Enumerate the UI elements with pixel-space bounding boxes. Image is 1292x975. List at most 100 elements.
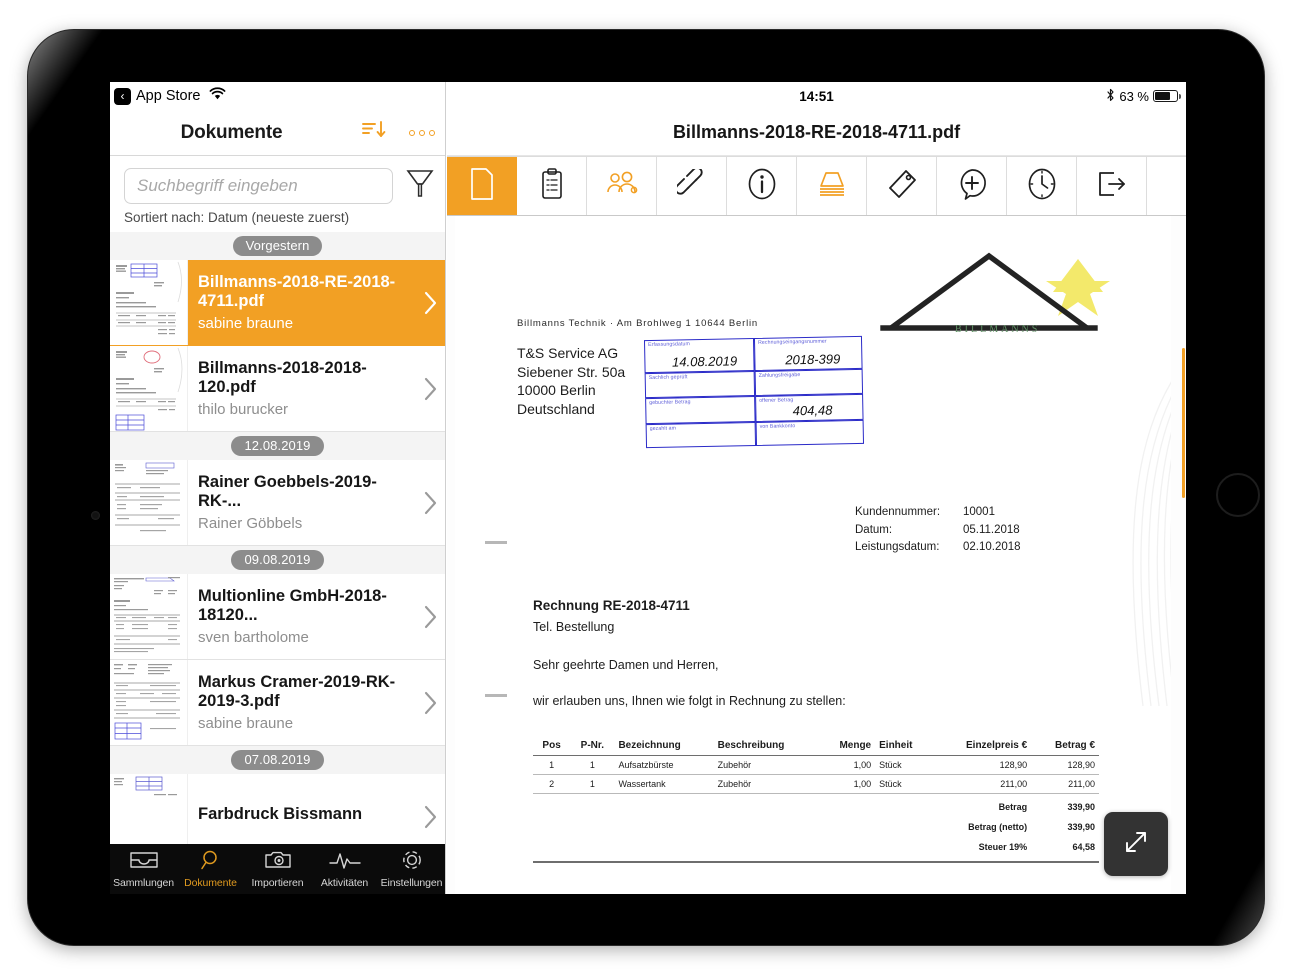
tab-label: Aktivitäten	[320, 877, 369, 889]
document-title: Billmanns-2018-2018-120.pdf	[198, 359, 367, 396]
stamp-field-label: offener Betrag	[759, 397, 794, 404]
document-title: Billmanns-2018-RE-2018-4711.pdf	[198, 273, 396, 310]
pdf-page: BILLMANNS Billmanns Technik · Am Brohlwe…	[455, 216, 1171, 894]
stamp-field-label: Rechnungseingangsnummer	[758, 338, 827, 346]
toolbar-stack-button[interactable]	[797, 157, 867, 215]
side-sensor	[91, 511, 100, 520]
invoice-number-title: Rechnung RE-2018-4711	[533, 598, 690, 613]
list-item[interactable]: Markus Cramer-2019-RK-2019-3.pdf sabine …	[110, 660, 445, 746]
chevron-right-icon[interactable]	[415, 346, 445, 431]
document-author: thilo burucker	[198, 400, 289, 418]
total-row: Betrag 339,90	[533, 794, 1099, 818]
tab-dokumente[interactable]: Dokumente	[177, 849, 244, 889]
stamp-cell: Sachlich geprüft	[644, 370, 756, 399]
cell-bezeichnung: Aufsatzbürste	[614, 755, 714, 775]
toolbar-history-button[interactable]	[1007, 157, 1077, 215]
scroll-indicator[interactable]	[1182, 348, 1185, 498]
toolbar-export-button[interactable]	[1077, 157, 1147, 215]
search-input[interactable]	[124, 167, 393, 204]
sort-descending-icon[interactable]	[361, 119, 387, 146]
document-thumbnail	[110, 774, 188, 844]
stamp-cell: gezahlt am	[645, 421, 757, 449]
chevron-right-icon[interactable]	[415, 260, 445, 345]
info-circle-icon	[746, 167, 778, 206]
cell-einzelpreis: 211,00	[933, 774, 1032, 794]
column-header: Einzelpreis €	[933, 738, 1032, 756]
date-separator: 12.08.2019	[110, 432, 445, 460]
more-options-icon[interactable]	[409, 129, 435, 136]
watermark-swoosh	[1132, 381, 1171, 706]
customer-value: 05.11.2018	[963, 523, 1020, 536]
list-item[interactable]: Billmanns-2018-2018-120.pdf thilo buruck…	[110, 346, 445, 432]
customer-row: Leistungsdatum: 02.10.2018	[855, 539, 1021, 557]
tab-sammlungen[interactable]: Sammlungen	[110, 849, 177, 889]
search-row	[110, 156, 445, 207]
toolbar-info-button[interactable]	[727, 157, 797, 215]
home-button[interactable]	[1216, 473, 1260, 517]
customer-value: 02.10.2018	[963, 541, 1021, 554]
stamp-field-label: Erfassungsdatum	[648, 341, 691, 349]
chevron-right-icon[interactable]	[415, 460, 445, 545]
total-label: Betrag	[998, 802, 1028, 812]
invoice-items-table: Pos P-Nr. Bezeichnung Beschreibung Menge…	[533, 738, 1099, 857]
cell-beschreibung: Zubehör	[713, 774, 820, 794]
list-item[interactable]: Farbdruck Bissmann	[110, 774, 445, 844]
cell-pnr: 1	[570, 774, 615, 794]
chevron-right-icon[interactable]	[415, 574, 445, 659]
tab-aktivitaeten[interactable]: Aktivitäten	[311, 849, 378, 889]
export-arrow-icon	[1096, 169, 1128, 204]
chevron-right-icon[interactable]	[415, 774, 445, 844]
cell-pos: 1	[533, 755, 571, 775]
logo-wordmark: BILLMANNS	[955, 324, 1041, 335]
tab-einstellungen[interactable]: Einstellungen	[378, 849, 445, 889]
document-list[interactable]: Vorgestern Billmanns-2018-RE-2018-4711.p…	[110, 232, 445, 844]
document-title-bar: Billmanns-2018-RE-2018-4711.pdf	[447, 110, 1186, 156]
battery-percent-label: 63 %	[1119, 88, 1149, 104]
clock-history-icon	[1026, 167, 1058, 206]
column-header: Betrag €	[1031, 738, 1099, 756]
column-header: Beschreibung	[713, 738, 820, 756]
tablet-frame: ‹ App Store Dokumente Suchbegriff eingeb…	[28, 30, 1264, 945]
document-filename: Billmanns-2018-RE-2018-4711.pdf	[672, 122, 961, 142]
expand-diagonal-icon	[1119, 825, 1153, 864]
document-author: sven bartholome	[198, 628, 309, 646]
toolbar-comment-button[interactable]	[937, 157, 1007, 215]
expand-fullscreen-button[interactable]	[1104, 812, 1168, 876]
total-value: 339,90	[1067, 802, 1095, 812]
filter-funnel-icon[interactable]	[405, 166, 435, 205]
customer-key: Kundennummer:	[855, 506, 941, 518]
list-item[interactable]: Rainer Goebbels-2019-RK-... Rainer Göbbe…	[110, 460, 445, 546]
chevron-left-icon[interactable]: ‹	[114, 87, 131, 105]
date-pill-label: 07.08.2019	[231, 750, 324, 770]
toolbar-form-button[interactable]	[517, 157, 587, 215]
document-author: Rainer Göbbels	[198, 514, 303, 532]
back-to-app-store-label[interactable]: App Store	[136, 88, 201, 104]
list-item[interactable]: Multionline GmbH-2018-18120... sven bart…	[110, 574, 445, 660]
column-header: Menge	[819, 738, 876, 756]
toolbar-document-button[interactable]	[447, 157, 517, 215]
document-author: sabine braune	[198, 714, 294, 732]
cell-betrag: 128,90	[1031, 755, 1099, 775]
toolbar-link-button[interactable]	[657, 157, 727, 215]
recipient-address: T&S Service AG Siebener Str. 50a 10000 B…	[517, 344, 625, 418]
pdf-viewport[interactable]: BILLMANNS Billmanns Technik · Am Brohlwe…	[447, 216, 1186, 894]
recipient-line: Siebener Str. 50a	[517, 363, 626, 380]
sender-address-line: Billmanns Technik · Am Brohlweg 1 10644 …	[517, 318, 758, 329]
total-row: Steuer 19% 64,58	[533, 837, 1099, 857]
toolbar-tag-button[interactable]	[867, 157, 937, 215]
total-label: Betrag (netto)	[968, 822, 1028, 832]
cell-einzelpreis: 128,90	[933, 755, 1032, 775]
camera-icon	[262, 849, 294, 876]
stamp-field-label: Zahlungsfreigabe	[758, 372, 801, 379]
main-panel: 14:51 63 % Billmanns-2018-RE-2018-4711.p…	[447, 82, 1186, 894]
cell-einheit: Stück	[875, 755, 934, 775]
toolbar-contacts-button[interactable]	[587, 157, 657, 215]
chevron-right-icon[interactable]	[415, 660, 445, 745]
table-row: 1 1 Aufsatzbürste Zubehör 1,00 Stück 128…	[533, 755, 1099, 775]
column-header: P-Nr.	[570, 738, 615, 756]
cell-menge: 1,00	[819, 774, 876, 794]
list-item[interactable]: Billmanns-2018-RE-2018-4711.pdf sabine b…	[110, 260, 445, 346]
document-thumbnail	[110, 660, 188, 745]
tab-importieren[interactable]: Importieren	[244, 849, 311, 889]
pulse-activity-icon	[328, 849, 362, 876]
